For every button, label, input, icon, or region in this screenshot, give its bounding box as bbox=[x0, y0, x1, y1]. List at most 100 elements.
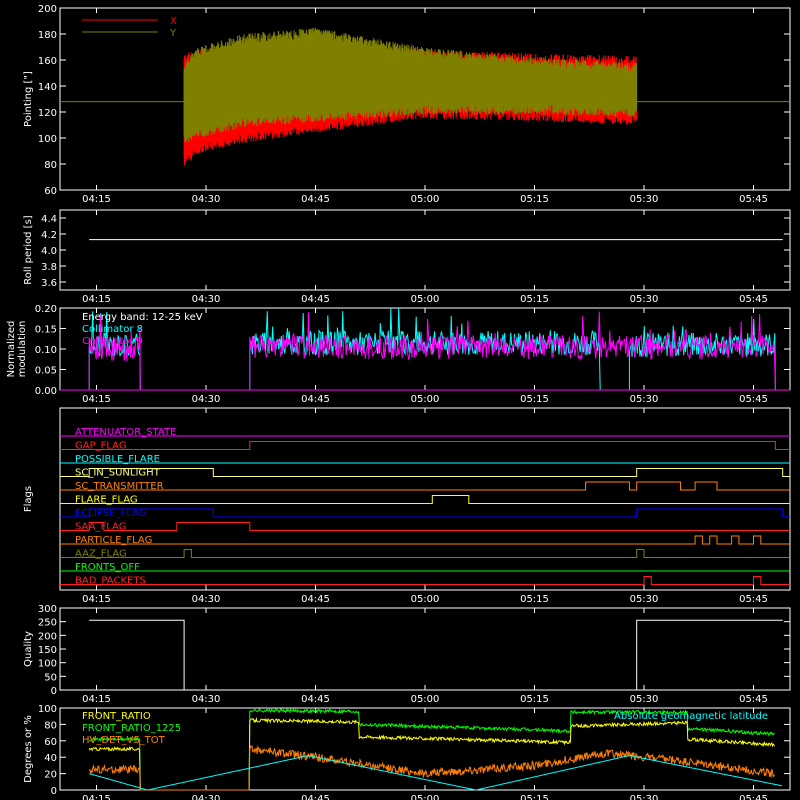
x-tick-label: 04:15 bbox=[82, 394, 111, 405]
flag-label: ECLIPSE_FLAG bbox=[75, 508, 146, 519]
y-axis-label: Pointing ["] bbox=[23, 71, 34, 127]
x-tick-label: 05:45 bbox=[739, 194, 768, 205]
x-tick-label: 05:45 bbox=[739, 794, 768, 800]
y-tick-label: 20 bbox=[44, 770, 57, 781]
y-tick-label: 3.6 bbox=[41, 278, 57, 289]
x-tick-label: 04:15 bbox=[82, 194, 111, 205]
multi-panel-chart: 04:15 04:30 04:45 05:00 05:15 05:30 05:45 Point… bbox=[6, 4, 791, 800]
flag-label: SAA_FLAG bbox=[75, 522, 126, 533]
flag-label: POSSIBLE_FLARE bbox=[75, 454, 160, 465]
legend-label: Absolute geomagnetic latitude bbox=[614, 711, 768, 722]
x-tick-label: 05:00 bbox=[411, 794, 440, 800]
y-tick-label: 300 bbox=[38, 604, 57, 615]
flag-label: AAZ_FLAG bbox=[75, 549, 127, 560]
legend-label: Y bbox=[169, 28, 177, 39]
y-tick-label: 3.8 bbox=[41, 262, 57, 273]
y-tick-label: 120 bbox=[38, 108, 57, 119]
flag-line-saa-flag bbox=[60, 522, 790, 531]
x-tick-label: 04:30 bbox=[192, 794, 221, 800]
flag-label: FLARE_FLAG bbox=[75, 495, 138, 506]
legend-label: X bbox=[170, 16, 177, 27]
x-tick-label: 04:30 bbox=[192, 594, 221, 605]
panel-frame bbox=[59, 209, 791, 291]
y-tick-label: 4.4 bbox=[41, 214, 57, 225]
y-tick-label: 200 bbox=[38, 631, 57, 642]
y-tick-label: 0.10 bbox=[35, 345, 57, 356]
y-tick-label: 100 bbox=[38, 134, 57, 145]
x-tick-label: 05:30 bbox=[630, 694, 659, 705]
flag-label: SC_TRANSMITTER bbox=[75, 481, 164, 492]
flag-label: SC_IN_SUNLIGHT bbox=[75, 468, 161, 479]
x-tick-label: 05:30 bbox=[630, 294, 659, 305]
x-tick-label: 04:45 bbox=[301, 694, 330, 705]
x-tick-label: 04:45 bbox=[301, 594, 330, 605]
flag-label: FRONTS_OFF bbox=[75, 562, 140, 573]
x-tick-label: 05:45 bbox=[739, 294, 768, 305]
x-tick-label: 04:30 bbox=[192, 394, 221, 405]
y-tick-label: 40 bbox=[44, 753, 57, 764]
x-tick-label: 05:30 bbox=[630, 794, 659, 800]
x-tick-label: 05:15 bbox=[520, 294, 549, 305]
y-tick-label: 250 bbox=[38, 618, 57, 629]
x-tick-label: 04:30 bbox=[192, 294, 221, 305]
legend-label: HV_DET_VS_TOT bbox=[82, 735, 166, 746]
y-tick-label: 0 bbox=[51, 786, 57, 797]
x-tick-label: 04:45 bbox=[301, 394, 330, 405]
legend-label: FRONT_RATIO_1225 bbox=[82, 723, 181, 734]
flag-label: GAP_FLAG bbox=[75, 441, 127, 452]
flag-label: PARTICLE_FLAG bbox=[75, 535, 152, 546]
legend-label: Collimator 9 bbox=[82, 336, 143, 347]
series-front-ratio bbox=[88, 716, 776, 791]
legend-label: FRONT_RATIO bbox=[82, 711, 151, 722]
y-tick-label: 80 bbox=[44, 160, 57, 171]
y-tick-label: 150 bbox=[38, 645, 57, 656]
x-tick-label: 05:45 bbox=[739, 694, 768, 705]
y-axis-label: Quality bbox=[23, 631, 34, 667]
x-tick-label: 04:15 bbox=[82, 294, 111, 305]
y-tick-label: 200 bbox=[38, 4, 57, 15]
x-tick-label: 05:00 bbox=[411, 194, 440, 205]
x-tick-label: 05:00 bbox=[411, 294, 440, 305]
y-tick-label: 0.15 bbox=[35, 325, 57, 336]
y-tick-label: 180 bbox=[38, 30, 57, 41]
x-tick-label: 05:00 bbox=[411, 594, 440, 605]
y-tick-label: 50 bbox=[44, 672, 57, 683]
x-tick-label: 05:00 bbox=[411, 694, 440, 705]
y-tick-label: 80 bbox=[44, 720, 57, 731]
series-hv-det-vs-tot bbox=[88, 745, 775, 791]
x-tick-label: 04:30 bbox=[192, 694, 221, 705]
flag-line-bad-packets bbox=[60, 576, 790, 585]
x-tick-label: 05:45 bbox=[739, 394, 768, 405]
x-tick-label: 04:15 bbox=[82, 694, 111, 705]
flag-label: BAD_PACKETS bbox=[75, 576, 146, 587]
y-axis-label-line: Normalized bbox=[6, 321, 17, 378]
y-tick-label: 0.20 bbox=[35, 304, 57, 315]
y-axis-label-line: modulation bbox=[17, 321, 28, 378]
y-tick-label: 60 bbox=[44, 737, 57, 748]
x-tick-label: 04:45 bbox=[301, 194, 330, 205]
x-tick-label: 05:00 bbox=[411, 394, 440, 405]
y-axis-label: Flags bbox=[23, 486, 34, 512]
y-axis-label: Roll period [s] bbox=[23, 215, 34, 284]
y-tick-label: 0.00 bbox=[35, 386, 57, 397]
flag-line-sc-in-sunlight bbox=[60, 468, 790, 477]
panel-quality bbox=[59, 607, 791, 691]
x-tick-label: 05:15 bbox=[520, 794, 549, 800]
panel-roll bbox=[59, 209, 791, 291]
x-tick-label: 05:15 bbox=[520, 694, 549, 705]
flag-line-particle-flag bbox=[60, 535, 790, 545]
flag-label: ATTENUATOR_STATE bbox=[75, 427, 176, 438]
x-tick-label: 05:45 bbox=[739, 594, 768, 605]
y-tick-label: 4.0 bbox=[41, 246, 57, 257]
x-tick-label: 05:15 bbox=[520, 594, 549, 605]
x-tick-label: 05:30 bbox=[630, 394, 659, 405]
flag-line-flare-flag bbox=[60, 495, 790, 504]
y-tick-label: 100 bbox=[38, 704, 57, 715]
x-tick-label: 04:15 bbox=[82, 594, 111, 605]
x-tick-label: 05:30 bbox=[630, 594, 659, 605]
x-tick-label: 04:45 bbox=[301, 294, 330, 305]
series-line bbox=[89, 619, 783, 691]
x-tick-label: 05:15 bbox=[520, 194, 549, 205]
x-tick-label: 05:30 bbox=[630, 194, 659, 205]
legend-label: Collimator 8 bbox=[82, 324, 143, 335]
